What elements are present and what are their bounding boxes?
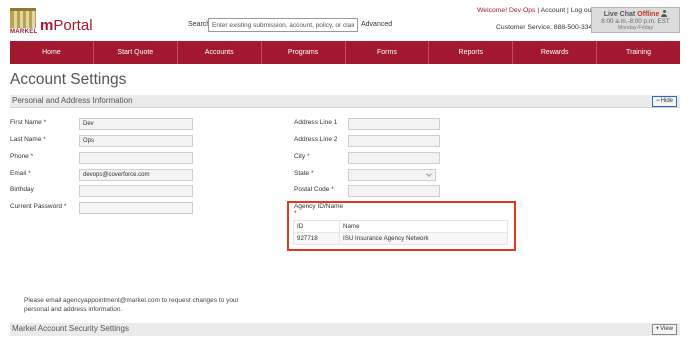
search-label: Search — [188, 21, 211, 28]
table-row[interactable]: 927718 ISU Insurance Agency Network — [293, 232, 508, 245]
current-password-label-text: Current Password — [10, 203, 63, 210]
separator: | — [567, 7, 569, 14]
birthday-field[interactable] — [79, 185, 193, 197]
first-name-label-text: First Name — [10, 119, 42, 126]
email-field[interactable]: devops@coverforce.com — [79, 169, 193, 181]
phone-label-text: Phone — [10, 153, 29, 160]
birthday-label-text: Birthday — [10, 186, 34, 193]
required-marker: * — [43, 119, 47, 126]
brand-name[interactable]: mPortal — [40, 17, 93, 34]
live-chat-title: Live Chat Offline — [592, 10, 679, 18]
address-line-1-field[interactable] — [348, 118, 440, 130]
last-name-field[interactable]: Ops — [79, 135, 193, 147]
postal-code-label: Postal Code * — [294, 186, 334, 193]
required-marker: * — [63, 203, 67, 210]
email-change-note: Please email agencyappointment@markel.co… — [24, 297, 239, 313]
nav-item-accounts[interactable]: Accounts — [178, 41, 262, 64]
logo-wordmark: MARKEL — [10, 29, 38, 35]
section-title: Markel Account Security Settings — [12, 324, 129, 333]
nav-item-rewards[interactable]: Rewards — [513, 41, 598, 64]
agency-id-cell: 927718 — [293, 232, 340, 245]
nav-item-reports[interactable]: Reports — [429, 41, 514, 64]
first-name-label: First Name * — [10, 119, 46, 126]
state-select[interactable] — [348, 169, 436, 181]
required-marker: * — [331, 186, 334, 193]
nav-item-training[interactable]: Training — [597, 41, 680, 64]
required-marker: * — [307, 153, 310, 160]
address-line-2-field[interactable] — [348, 135, 440, 147]
postal-code-label-text: Postal Code — [294, 186, 330, 193]
plus-icon: + — [655, 326, 660, 332]
birthday-label: Birthday — [10, 186, 34, 193]
view-button[interactable]: +View — [651, 324, 677, 335]
brand-rest: Portal — [53, 17, 93, 34]
current-password-label: Current Password * — [10, 203, 66, 210]
column-header-name: Name — [339, 220, 508, 233]
view-button-label: View — [660, 326, 673, 332]
hide-button[interactable]: −Hide — [652, 96, 677, 107]
live-chat-hours: 8:00 a.m.-8:00 p.m. EST — [601, 18, 670, 25]
required-marker: * — [43, 136, 46, 143]
live-chat-status: Offline — [637, 11, 660, 18]
security-settings-section-header: Markel Account Security Settings +View — [10, 323, 680, 336]
account-link[interactable]: Account — [541, 7, 566, 14]
required-marker: * — [294, 210, 297, 217]
logo-columns-icon — [10, 8, 36, 28]
address-line-1-label: Address Line 1 — [294, 119, 338, 126]
live-chat-button[interactable]: Live Chat Offline 8:00 a.m.-8:00 p.m. ES… — [591, 7, 680, 33]
page-title: Account Settings — [10, 71, 127, 88]
separator: | — [537, 7, 540, 14]
chevron-down-icon — [426, 171, 432, 177]
required-marker: * — [311, 170, 314, 177]
customer-service-text: Customer Service: 888-500-3344 — [496, 24, 597, 31]
column-header-id: ID — [293, 220, 340, 233]
last-name-label-text: Last Name — [10, 136, 42, 143]
required-marker: * — [28, 170, 31, 177]
city-label: City * — [294, 153, 310, 160]
agency-label: Agency ID/Name — [294, 203, 344, 210]
nav-item-start-quote[interactable]: Start Quote — [94, 41, 178, 64]
nav-item-programs[interactable]: Programs — [262, 41, 346, 64]
live-chat-label: Live Chat — [603, 11, 636, 18]
live-chat-days: Monday-Friday — [617, 25, 654, 31]
city-label-text: City — [294, 153, 306, 160]
agency-table: ID Name 927718 ISU Insurance Agency Netw… — [293, 220, 508, 245]
person-icon — [661, 10, 668, 17]
logo-roof — [10, 8, 36, 11]
welcome-text: Welcome! Dev Ops — [477, 7, 536, 14]
required-marker: * — [30, 153, 34, 160]
state-label: State * — [294, 170, 314, 177]
section-title: Personal and Address Information — [12, 96, 133, 105]
email-label: Email * — [10, 170, 31, 177]
nav-item-home[interactable]: Home — [10, 41, 94, 64]
agency-name-cell: ISU Insurance Agency Network — [339, 232, 508, 245]
state-label-text: State — [294, 170, 310, 177]
agency-table-header: ID Name — [293, 220, 508, 233]
top-links: Welcome! Dev Ops | Account | Log out — [477, 7, 593, 14]
city-field[interactable] — [348, 152, 440, 164]
main-nav: Home Start Quote Accounts Programs Forms… — [10, 41, 680, 64]
markel-logo[interactable]: MARKEL — [10, 8, 38, 36]
last-name-label: Last Name * — [10, 136, 46, 143]
phone-label: Phone * — [10, 153, 33, 160]
personal-info-section-header: Personal and Address Information −Hide — [10, 95, 680, 108]
postal-code-field[interactable] — [348, 185, 440, 197]
first-name-field[interactable]: Dev — [79, 118, 193, 130]
email-label-text: Email — [10, 170, 27, 177]
logout-link[interactable]: Log out — [571, 7, 594, 14]
nav-item-forms[interactable]: Forms — [346, 41, 430, 64]
minus-icon: − — [656, 98, 660, 104]
search-input[interactable] — [208, 18, 358, 32]
advanced-search-link[interactable]: Advanced — [361, 21, 392, 28]
phone-field[interactable] — [79, 152, 193, 164]
address-line-2-label: Address Line 2 — [294, 136, 338, 143]
current-password-field[interactable] — [79, 202, 193, 214]
brand-strong: m — [40, 17, 54, 34]
hide-button-label: Hide — [660, 98, 673, 104]
